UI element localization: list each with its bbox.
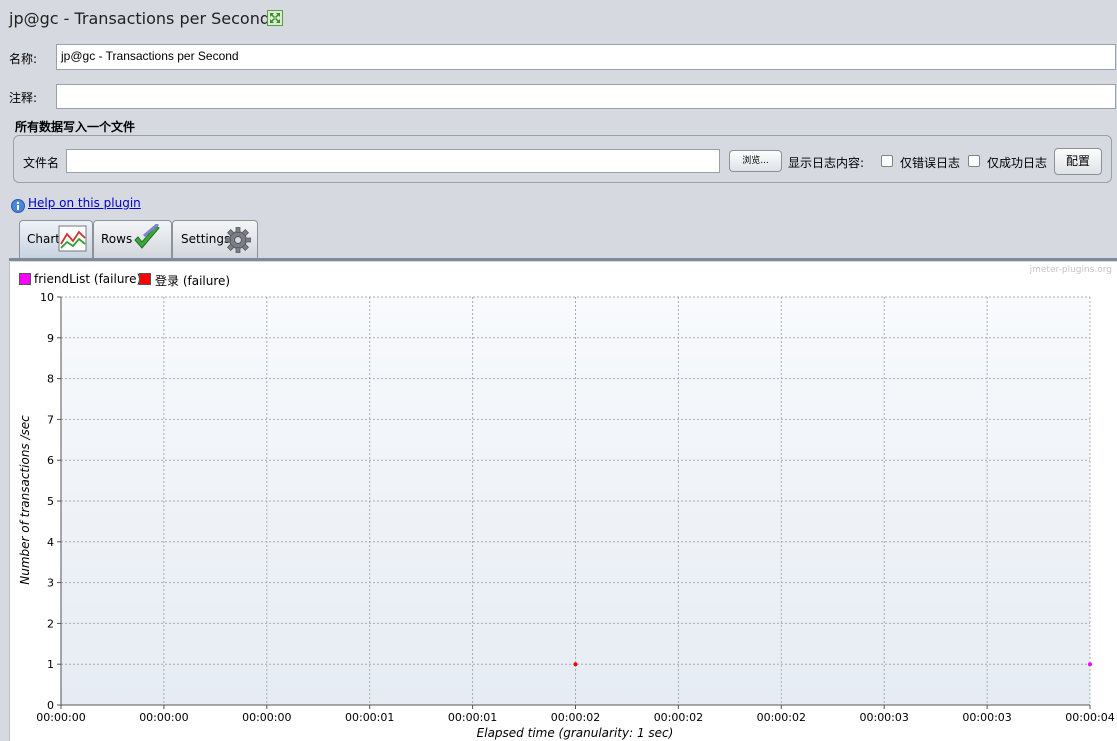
x-tick-label: 00:00:00: [242, 711, 291, 724]
x-tick-label: 00:00:01: [345, 711, 394, 724]
y-tick-label: 5: [47, 495, 54, 508]
x-tick-label: 00:00:04: [1065, 711, 1114, 724]
y-tick-label: 10: [40, 291, 54, 304]
y-tick-label: 7: [47, 413, 54, 426]
y-tick-label: 9: [47, 332, 54, 345]
x-tick-label: 00:00:01: [448, 711, 497, 724]
y-tick-label: 3: [47, 577, 54, 590]
y-tick-label: 1: [47, 658, 54, 671]
x-tick-label: 00:00:00: [36, 711, 85, 724]
y-axis-title: Number of transactions /sec: [18, 415, 32, 585]
x-tick-label: 00:00:02: [757, 711, 806, 724]
x-axis-title: Elapsed time (granularity: 1 sec): [477, 726, 674, 740]
chart-plot: 01234567891000:00:00 00:00:00 00:00:00 00:0…: [18, 291, 1115, 740]
data-point-series-1: [573, 662, 578, 667]
x-tick-label: 00:00:02: [551, 711, 600, 724]
y-tick-label: 4: [47, 536, 54, 549]
y-tick-label: 2: [47, 617, 54, 630]
x-tick-label: 00:00:00: [139, 711, 188, 724]
x-tick-label: 00:00:02: [654, 711, 703, 724]
data-point-series-0: [1088, 662, 1092, 667]
x-tick-label: 00:00:03: [962, 711, 1011, 724]
x-tick-label: 00:00:03: [859, 711, 908, 724]
y-tick-label: 6: [47, 454, 54, 467]
y-tick-label: 8: [47, 373, 54, 386]
